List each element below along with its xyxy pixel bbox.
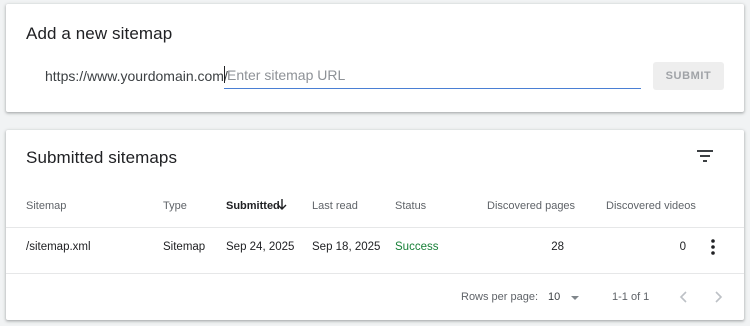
- column-header-discovered-pages[interactable]: Discovered pages: [487, 200, 575, 212]
- divider: [6, 273, 744, 274]
- cell-submitted: Sep 24, 2025: [226, 241, 295, 253]
- rows-per-page-value[interactable]: 10: [548, 291, 560, 303]
- filter-list-icon: [697, 150, 713, 162]
- cell-type: Sitemap: [163, 241, 206, 253]
- column-header-discovered-videos[interactable]: Discovered videos: [606, 200, 696, 212]
- submit-button[interactable]: SUBMIT: [653, 62, 724, 90]
- column-header-submitted[interactable]: Submitted: [226, 200, 280, 212]
- url-prefix: https://www.yourdomain.com/: [45, 68, 228, 84]
- status-badge: Success: [395, 241, 439, 253]
- pagination-range: 1-1 of 1: [612, 291, 650, 303]
- column-header-sitemap[interactable]: Sitemap: [26, 200, 66, 212]
- add-sitemap-card: Add a new sitemap https://www.yourdomain…: [6, 4, 744, 112]
- cell-discovered-videos: 0: [679, 241, 686, 253]
- next-page-button[interactable]: [710, 288, 726, 306]
- column-header-status[interactable]: Status: [395, 200, 426, 212]
- divider: [6, 227, 744, 228]
- dropdown-arrow-icon[interactable]: [568, 292, 582, 304]
- previous-page-button[interactable]: [676, 288, 692, 306]
- column-header-type[interactable]: Type: [163, 200, 187, 212]
- cell-sitemap[interactable]: /sitemap.xml: [26, 241, 91, 253]
- arrow-down-icon[interactable]: [276, 198, 288, 211]
- submitted-sitemaps-title: Submitted sitemaps: [26, 148, 178, 167]
- chevron-right-icon: [715, 291, 723, 303]
- filter-button[interactable]: [694, 146, 716, 166]
- add-sitemap-title: Add a new sitemap: [26, 24, 173, 43]
- sitemap-url-input[interactable]: [224, 64, 641, 86]
- cell-last-read: Sep 18, 2025: [312, 241, 381, 253]
- submitted-sitemaps-card: Submitted sitemaps Sitemap Type Submitte…: [6, 130, 744, 320]
- more-vert-icon: [711, 239, 715, 255]
- row-more-button[interactable]: [708, 238, 718, 256]
- sitemap-url-field[interactable]: [224, 64, 641, 89]
- chevron-left-icon: [679, 291, 687, 303]
- rows-per-page-label: Rows per page:: [461, 291, 539, 303]
- column-header-last-read[interactable]: Last read: [312, 200, 358, 212]
- cell-discovered-pages: 28: [551, 241, 564, 253]
